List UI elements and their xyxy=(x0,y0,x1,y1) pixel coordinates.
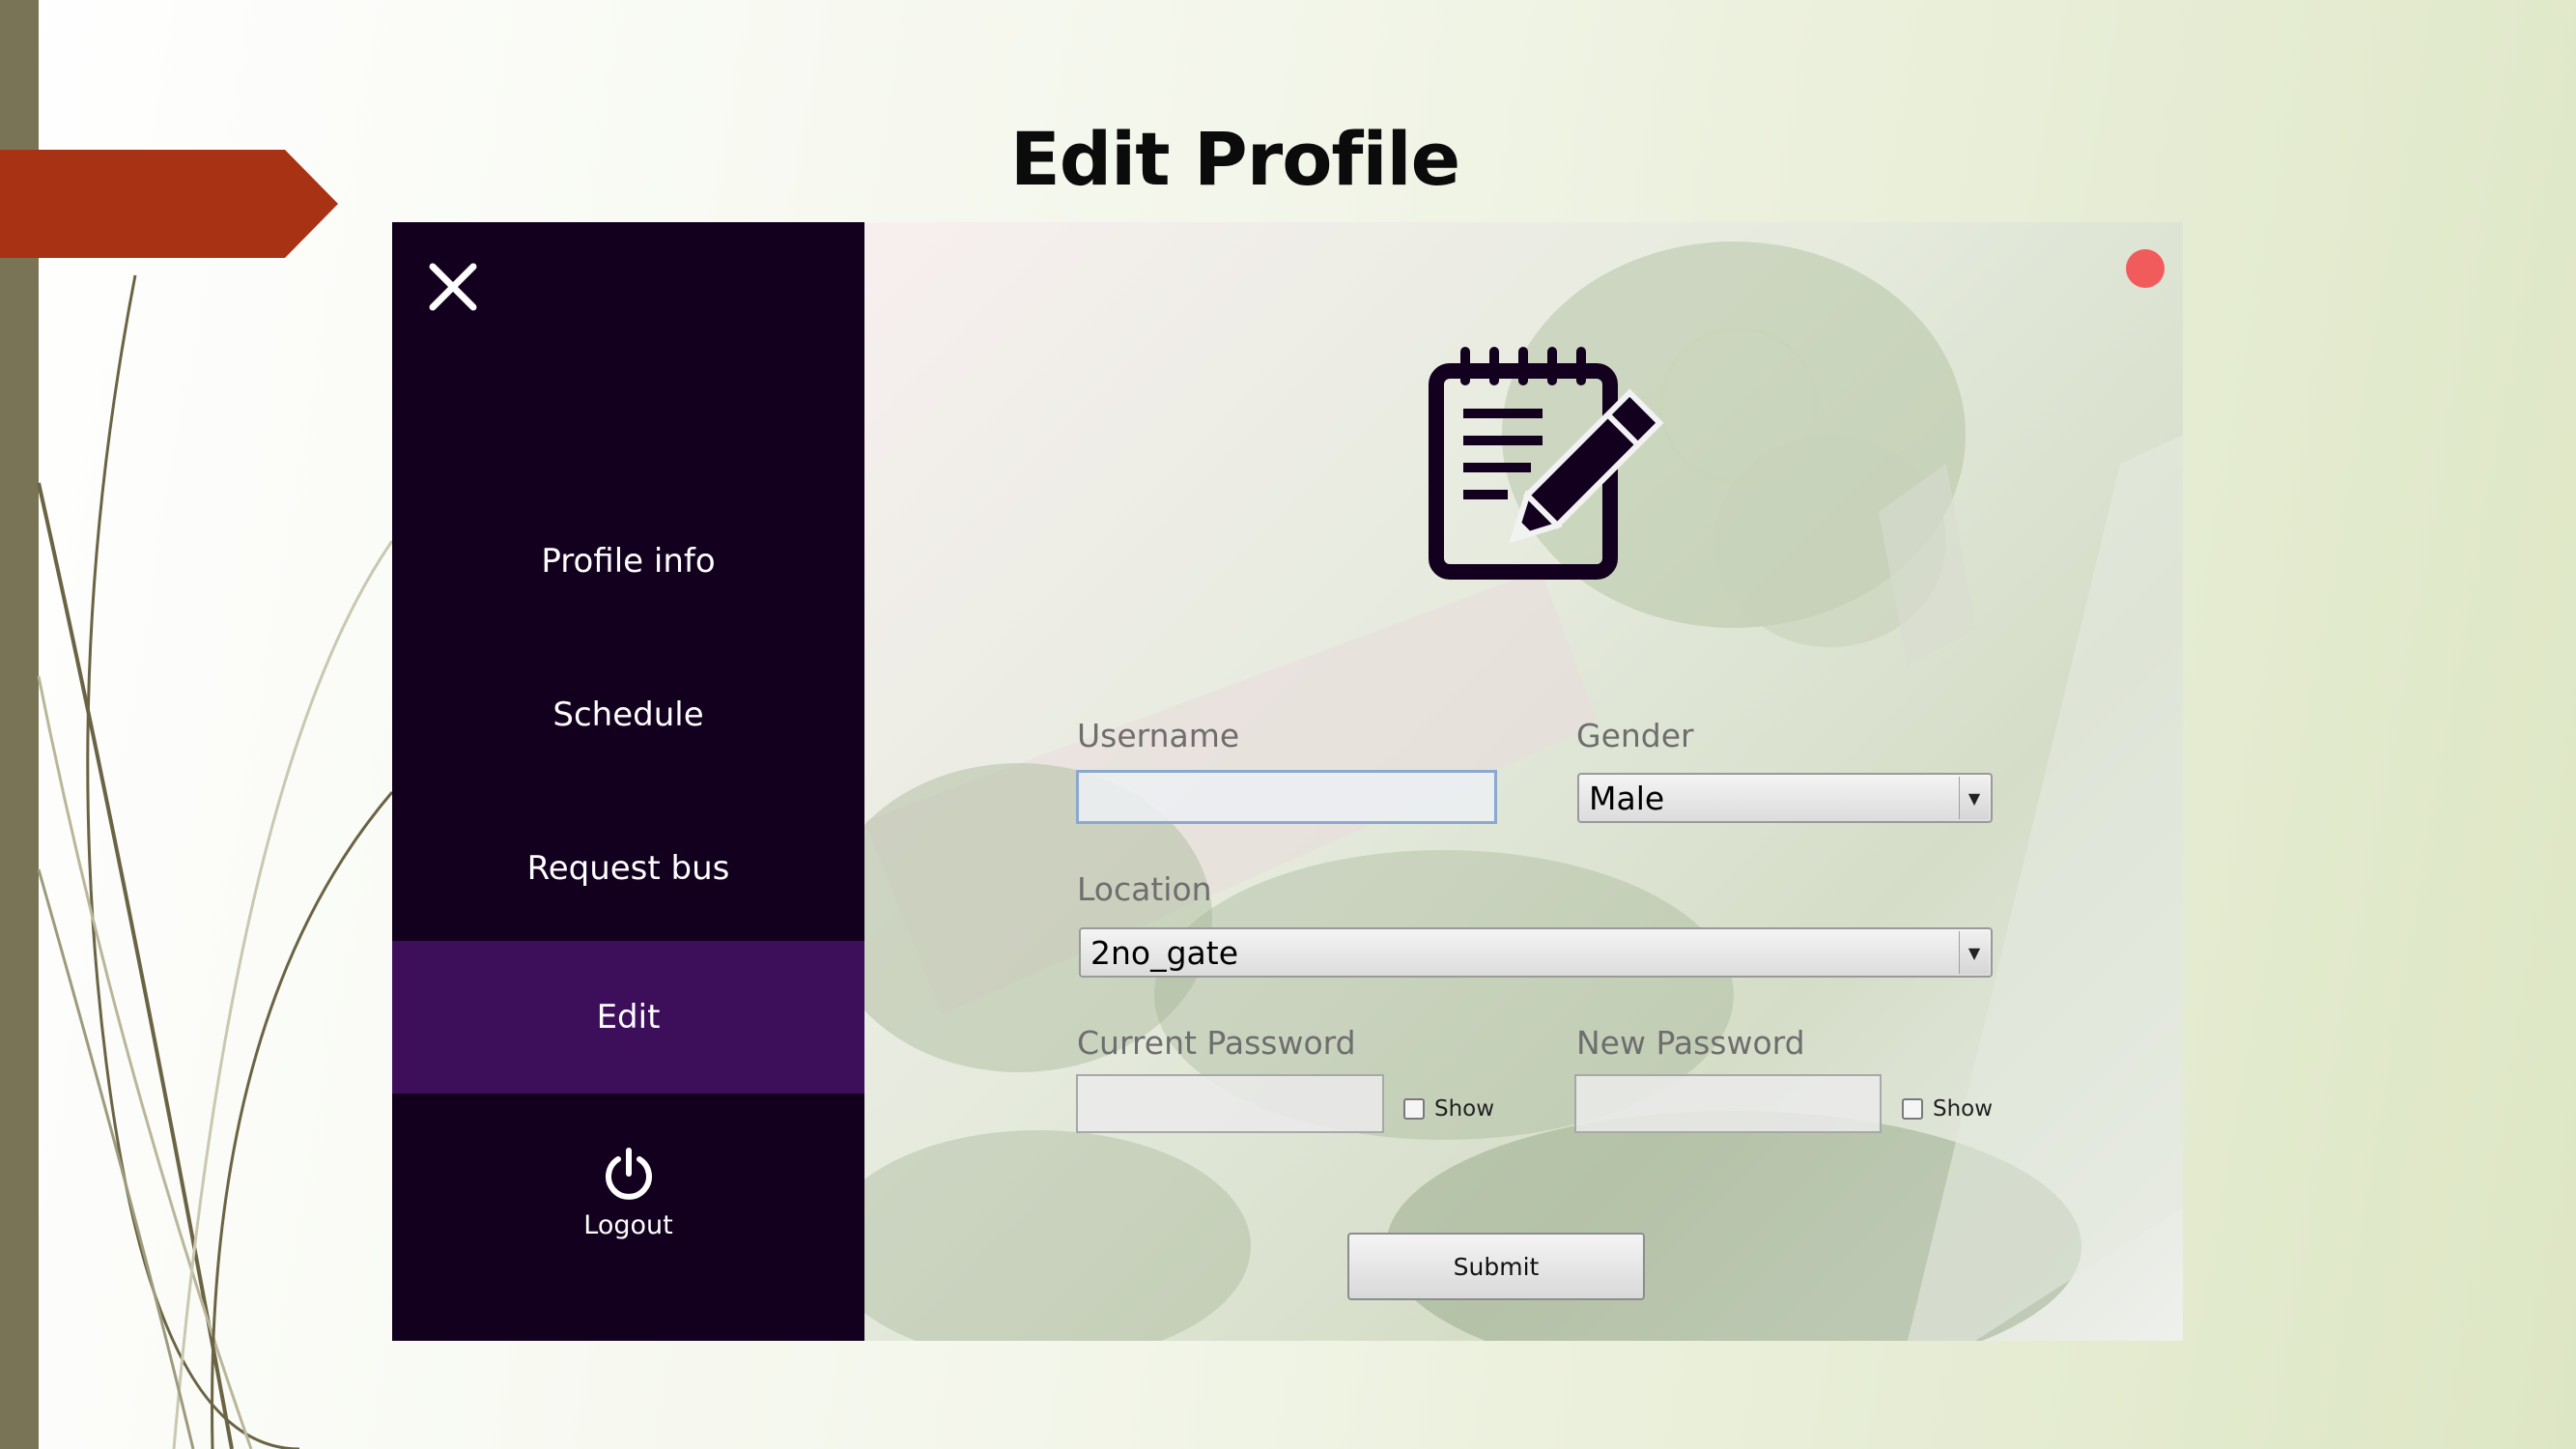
logout-button[interactable]: Logout xyxy=(392,1145,864,1270)
menu-item-edit[interactable]: Edit xyxy=(392,941,864,1094)
slide-title: Edit Profile xyxy=(1009,116,1460,202)
menu-item-label: Profile info xyxy=(541,542,716,581)
status-dot xyxy=(2126,249,2165,288)
current-password-label: Current Password xyxy=(1077,1024,1356,1062)
side-menu: Profile info Schedule Request bus Edit L… xyxy=(392,222,864,1341)
menu-item-profile-info[interactable]: Profile info xyxy=(392,485,864,638)
power-icon xyxy=(605,1148,652,1200)
new-password-input[interactable] xyxy=(1574,1074,1882,1133)
notepad-pencil-icon xyxy=(1429,347,1664,580)
logout-label: Logout xyxy=(583,1210,673,1240)
show-new-password-label: Show xyxy=(1933,1096,1994,1122)
chevron-down-icon: ▼ xyxy=(1959,931,1989,974)
menu-item-request-bus[interactable]: Request bus xyxy=(392,792,864,945)
username-input[interactable] xyxy=(1076,770,1497,824)
username-label: Username xyxy=(1077,717,1240,754)
show-current-password-checkbox[interactable] xyxy=(1403,1098,1425,1120)
gender-label: Gender xyxy=(1576,717,1694,754)
menu-item-schedule[interactable]: Schedule xyxy=(392,639,864,791)
current-password-input[interactable] xyxy=(1076,1074,1384,1133)
show-current-password-label: Show xyxy=(1434,1096,1495,1122)
menu-item-label: Edit xyxy=(596,998,661,1037)
menu-item-label: Request bus xyxy=(526,849,730,888)
app-window: Profile info Schedule Request bus Edit L… xyxy=(392,222,2183,1341)
menu-item-label: Schedule xyxy=(552,696,704,734)
new-password-label: New Password xyxy=(1576,1024,1805,1062)
close-icon[interactable] xyxy=(419,253,487,321)
location-label: Location xyxy=(1077,870,1212,908)
show-new-password-checkbox[interactable] xyxy=(1902,1098,1923,1120)
edit-form-panel: Username Gender Male ▼ Location 2no_gate… xyxy=(864,222,2183,1341)
submit-button[interactable]: Submit xyxy=(1347,1233,1645,1300)
chevron-down-icon: ▼ xyxy=(1959,777,1989,819)
location-select[interactable]: 2no_gate ▼ xyxy=(1079,927,1993,978)
location-value: 2no_gate xyxy=(1090,933,1239,972)
gender-value: Male xyxy=(1589,779,1665,817)
gender-select[interactable]: Male ▼ xyxy=(1577,773,1993,823)
